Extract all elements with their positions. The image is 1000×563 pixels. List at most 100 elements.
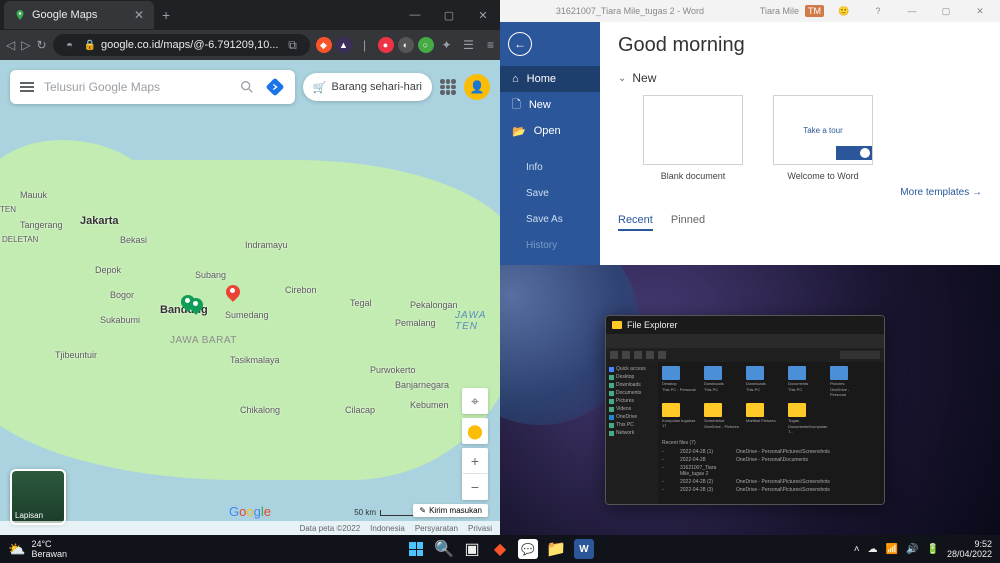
ext-icon-5[interactable]: ○ bbox=[418, 37, 434, 53]
file-explorer-thumbnail[interactable]: File Explorer Quick access Desktop Downl… bbox=[605, 315, 885, 505]
city-cirebon: Cirebon bbox=[285, 285, 317, 295]
groceries-chip[interactable]: 🛒 Barang sehari-hari bbox=[303, 73, 432, 101]
city-pekalongan: Pekalongan bbox=[410, 300, 458, 310]
apps-icon[interactable] bbox=[440, 79, 456, 95]
feedback-button[interactable]: ✎ Kirim masukan bbox=[413, 504, 488, 517]
lock-icon: 🔒 bbox=[84, 40, 96, 51]
taskbar: ⛅ 24°CBerawan 🔍 ▣ ◆ 💬 📁 W ˄ ☁ 📶 🔊 🔋 9:52… bbox=[0, 535, 1000, 563]
label-deletan: DELETAN bbox=[2, 235, 38, 244]
taskbar-center: 🔍 ▣ ◆ 💬 📁 W bbox=[406, 539, 594, 559]
city-pemalang: Pemalang bbox=[395, 318, 436, 328]
city-bogor: Bogor bbox=[110, 290, 134, 300]
nav-history: History bbox=[500, 232, 600, 258]
tab-pinned[interactable]: Pinned bbox=[671, 214, 705, 231]
province-label: JAWA BARAT bbox=[170, 335, 237, 346]
back-button[interactable]: ◁ bbox=[6, 36, 15, 54]
map-canvas[interactable]: Jakarta Tangerang Bekasi Depok Bogor Ban… bbox=[0, 60, 500, 535]
folder-icon bbox=[612, 321, 622, 329]
city-tegal: Tegal bbox=[350, 298, 372, 308]
menu-icon[interactable] bbox=[20, 82, 34, 92]
brave-taskbar-icon[interactable]: ◆ bbox=[490, 539, 510, 559]
user-initials[interactable]: TM bbox=[805, 5, 824, 17]
sea-label: JAWA TEN bbox=[455, 310, 500, 332]
nav-saveas[interactable]: Save As bbox=[500, 206, 600, 232]
tab-recent[interactable]: Recent bbox=[618, 214, 653, 231]
template-blank[interactable]: Blank document bbox=[638, 95, 748, 181]
maps-favicon bbox=[14, 9, 26, 21]
help-button[interactable]: ? bbox=[864, 6, 892, 16]
extensions: ◆ ▲ | ● ◐ ○ ✦ ☰ ≡ bbox=[316, 36, 500, 54]
reader-icon[interactable]: ⧉ bbox=[284, 36, 302, 54]
ext-icon-3[interactable]: ● bbox=[378, 37, 394, 53]
nav-open[interactable]: 📂Open bbox=[500, 118, 600, 144]
map-pin-green-2[interactable] bbox=[188, 298, 204, 320]
map-footer: Data peta ©2022 Indonesia Persyaratan Pr… bbox=[0, 521, 500, 535]
close-button[interactable]: ✕ bbox=[966, 6, 994, 17]
section-new[interactable]: ⌄New bbox=[618, 71, 982, 85]
nav-new[interactable]: 🗋New bbox=[500, 92, 600, 118]
word-taskbar-icon[interactable]: W bbox=[574, 539, 594, 559]
search-icon[interactable] bbox=[239, 79, 255, 95]
brave-icon[interactable]: ◆ bbox=[316, 37, 332, 53]
ext-icon-2[interactable]: ▲ bbox=[336, 37, 352, 53]
menu-button[interactable]: ≡ bbox=[482, 36, 500, 54]
shield-icon: ◓ bbox=[61, 36, 79, 54]
maximize-button[interactable]: ▢ bbox=[432, 0, 466, 30]
word-titlebar: 31621007_Tiara Mile_tugas 2 - Word Tiara… bbox=[500, 0, 1000, 22]
onedrive-icon[interactable]: ☁ bbox=[868, 544, 878, 555]
more-templates-link[interactable]: More templates → bbox=[618, 187, 982, 198]
minimize-button[interactable]: — bbox=[398, 0, 432, 30]
weather-widget[interactable]: ⛅ 24°CBerawan bbox=[8, 539, 67, 559]
clock[interactable]: 9:5228/04/2022 bbox=[947, 539, 992, 559]
maximize-button[interactable]: ▢ bbox=[932, 6, 960, 17]
explorer-taskbar-icon[interactable]: 📁 bbox=[546, 539, 566, 559]
locate-button[interactable]: ⌖ bbox=[462, 388, 488, 414]
open-icon: 📂 bbox=[512, 125, 526, 138]
minimize-button[interactable]: — bbox=[898, 6, 926, 16]
directions-icon[interactable] bbox=[265, 77, 285, 97]
nav-home[interactable]: ⌂Home bbox=[500, 66, 600, 92]
layers-button[interactable]: Lapisan bbox=[10, 469, 66, 525]
city-sumedang: Sumedang bbox=[225, 310, 269, 320]
search-button[interactable]: 🔍 bbox=[434, 539, 454, 559]
help-icon[interactable]: 🙂 bbox=[830, 6, 858, 17]
zoom-controls: ⌖ ⬤ + − bbox=[462, 388, 488, 500]
city-tasikmalaya: Tasikmalaya bbox=[230, 355, 280, 365]
browser-tab[interactable]: Google Maps ✕ bbox=[4, 1, 154, 29]
cloud-icon: ⛅ bbox=[8, 541, 25, 558]
task-view-button[interactable]: ▣ bbox=[462, 539, 482, 559]
nav-info[interactable]: Info bbox=[500, 154, 600, 180]
close-button[interactable]: ✕ bbox=[466, 0, 500, 30]
volume-icon[interactable]: 🔊 bbox=[906, 544, 918, 555]
arrow-icon bbox=[836, 146, 872, 160]
nav-save[interactable]: Save bbox=[500, 180, 600, 206]
ext-icon-4[interactable]: ◐ bbox=[398, 37, 414, 53]
chat-taskbar-icon[interactable]: 💬 bbox=[518, 539, 538, 559]
greeting: Good morning bbox=[618, 34, 982, 57]
map-pin-red[interactable] bbox=[225, 285, 241, 307]
maps-searchbox[interactable] bbox=[10, 70, 295, 104]
url-bar[interactable]: ◓ 🔒 google.co.id/maps/@-6.791209,10... ⧉ bbox=[53, 34, 310, 56]
url-text: google.co.id/maps/@-6.791209,10... bbox=[101, 39, 279, 51]
extensions-button[interactable]: ✦ bbox=[438, 36, 456, 54]
city-tjibeuntuir: Tjibeuntuir bbox=[55, 350, 97, 360]
bookmarks-button[interactable]: ☰ bbox=[460, 36, 478, 54]
tab-close-icon[interactable]: ✕ bbox=[134, 8, 144, 22]
forward-button[interactable]: ▷ bbox=[21, 36, 30, 54]
back-button[interactable]: ← bbox=[508, 32, 532, 56]
zoom-out-button[interactable]: − bbox=[462, 474, 488, 500]
search-input[interactable] bbox=[44, 80, 229, 94]
chevron-down-icon: ⌄ bbox=[618, 73, 626, 84]
chevron-up-icon[interactable]: ˄ bbox=[854, 544, 860, 555]
start-button[interactable] bbox=[406, 539, 426, 559]
reload-button[interactable]: ↻ bbox=[36, 36, 46, 54]
user-name: Tiara Mile bbox=[760, 6, 799, 16]
pegman-button[interactable]: ⬤ bbox=[462, 418, 488, 444]
zoom-in-button[interactable]: + bbox=[462, 448, 488, 474]
city-chikalong: Chikalong bbox=[240, 405, 280, 415]
user-avatar[interactable]: 👤 bbox=[464, 74, 490, 100]
template-welcome[interactable]: Take a tour Welcome to Word bbox=[768, 95, 878, 181]
wifi-icon[interactable]: 📶 bbox=[886, 544, 898, 555]
new-tab-button[interactable]: + bbox=[162, 7, 170, 23]
battery-icon[interactable]: 🔋 bbox=[927, 544, 939, 555]
